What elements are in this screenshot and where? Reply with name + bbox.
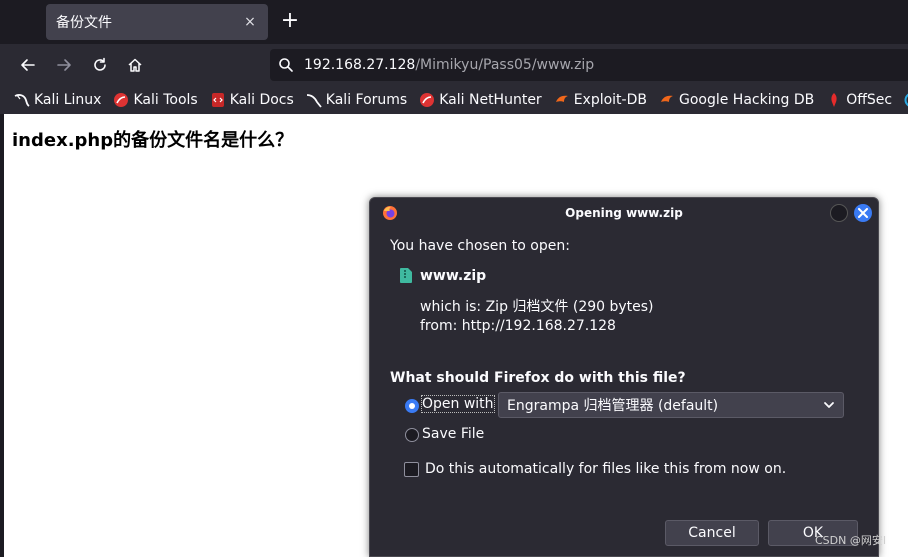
bookmark-kali-tools[interactable]: Kali Tools xyxy=(113,92,198,108)
file-name: www.zip xyxy=(420,268,487,284)
auto-action-label[interactable]: Do this automatically for files like thi… xyxy=(425,461,786,477)
arrow-left-icon xyxy=(21,59,35,71)
open-with-radio[interactable] xyxy=(405,399,419,413)
reload-button[interactable] xyxy=(87,52,113,78)
bookmark-label: Kali Linux xyxy=(34,92,102,108)
bookmarks-toolbar: Kali Linux Kali Tools Kali Docs Kali For… xyxy=(0,86,908,114)
bookmark-google-hacking-db[interactable]: Google Hacking DB xyxy=(659,92,814,108)
file-type-info: which is: Zip 归档文件 (290 bytes) xyxy=(420,299,654,315)
file-source-info: from: http://192.168.27.128 xyxy=(420,318,616,334)
page-question: index.php的备份文件名是什么？ xyxy=(12,130,294,151)
chosen-to-open-label: You have chosen to open: xyxy=(390,238,570,254)
close-icon xyxy=(858,208,868,218)
exploit-db-icon xyxy=(554,92,570,108)
dialog-title: Opening www.zip xyxy=(565,206,683,220)
url-path: /Mimikyu/Pass05/www.zip xyxy=(415,57,595,73)
tab-bar: 备份文件 × + xyxy=(0,0,908,44)
open-with-app-value: Engrampa 归档管理器 (default) xyxy=(507,398,719,414)
home-icon xyxy=(128,58,142,72)
watermark: CSDN @网安I xyxy=(815,534,887,547)
search-icon xyxy=(279,58,293,72)
navigation-bar: 192.168.27.128/Mimikyu/Pass05/www.zip xyxy=(0,44,908,86)
open-with-app-select[interactable]: Engrampa 归档管理器 (default) xyxy=(498,392,844,418)
bookmark-label: Google Hacking DB xyxy=(678,92,815,108)
dialog-minimize-button[interactable] xyxy=(830,204,848,222)
bookmark-label: Kali Forums xyxy=(325,92,408,108)
globe-icon xyxy=(904,92,908,108)
bookmark-kali-linux[interactable]: Kali Linux xyxy=(14,92,101,108)
ghdb-icon xyxy=(659,92,675,108)
offsec-icon xyxy=(826,92,842,108)
arrow-right-icon xyxy=(57,59,71,71)
action-question: What should Firefox do with this file? xyxy=(390,370,686,386)
bookmark-label: Exploit-DB xyxy=(573,92,647,108)
kali-tools-icon xyxy=(113,92,129,108)
auto-action-checkbox[interactable] xyxy=(404,462,419,477)
kali-nethunter-icon xyxy=(419,92,435,108)
tab-title: 备份文件 xyxy=(56,15,112,31)
bookmark-exploit-db[interactable]: Exploit-DB xyxy=(554,92,647,108)
url-bar[interactable]: 192.168.27.128/Mimikyu/Pass05/www.zip xyxy=(270,49,908,81)
tab-active[interactable]: 备份文件 × xyxy=(46,4,268,40)
open-with-label[interactable]: Open with xyxy=(421,395,495,413)
bookmark-label: Kali Tools xyxy=(133,92,198,108)
reload-icon xyxy=(94,57,106,71)
new-tab-button[interactable]: + xyxy=(278,10,302,34)
kali-dragon-icon xyxy=(14,92,30,108)
tab-close-icon[interactable]: × xyxy=(242,14,258,30)
forward-button[interactable] xyxy=(51,52,77,78)
bookmark-kali-forums[interactable]: Kali Forums xyxy=(306,92,407,108)
bookmark-offsec[interactable]: OffSec xyxy=(826,92,892,108)
save-file-radio[interactable] xyxy=(405,428,419,442)
back-button[interactable] xyxy=(15,52,41,78)
dialog-close-button[interactable] xyxy=(854,204,872,222)
bookmark-other[interactable]: 攻 xyxy=(904,90,908,110)
zip-file-icon xyxy=(400,268,412,283)
bookmark-kali-docs[interactable]: Kali Docs xyxy=(210,92,294,108)
kali-docs-icon xyxy=(210,92,226,108)
firefox-icon xyxy=(383,206,397,220)
opening-file-dialog: Opening www.zip You have chosen to open:… xyxy=(369,197,879,557)
bookmark-label: Kali NetHunter xyxy=(439,92,542,108)
bookmark-kali-nethunter[interactable]: Kali NetHunter xyxy=(419,92,542,108)
chevron-down-icon xyxy=(824,402,834,408)
save-file-label[interactable]: Save File xyxy=(422,426,484,442)
url-host: 192.168.27.128 xyxy=(304,57,416,73)
bookmark-label: Kali Docs xyxy=(229,92,294,108)
cancel-button[interactable]: Cancel xyxy=(665,520,759,546)
kali-forums-icon xyxy=(306,92,322,108)
home-button[interactable] xyxy=(122,52,148,78)
bookmark-label: OffSec xyxy=(846,92,893,108)
